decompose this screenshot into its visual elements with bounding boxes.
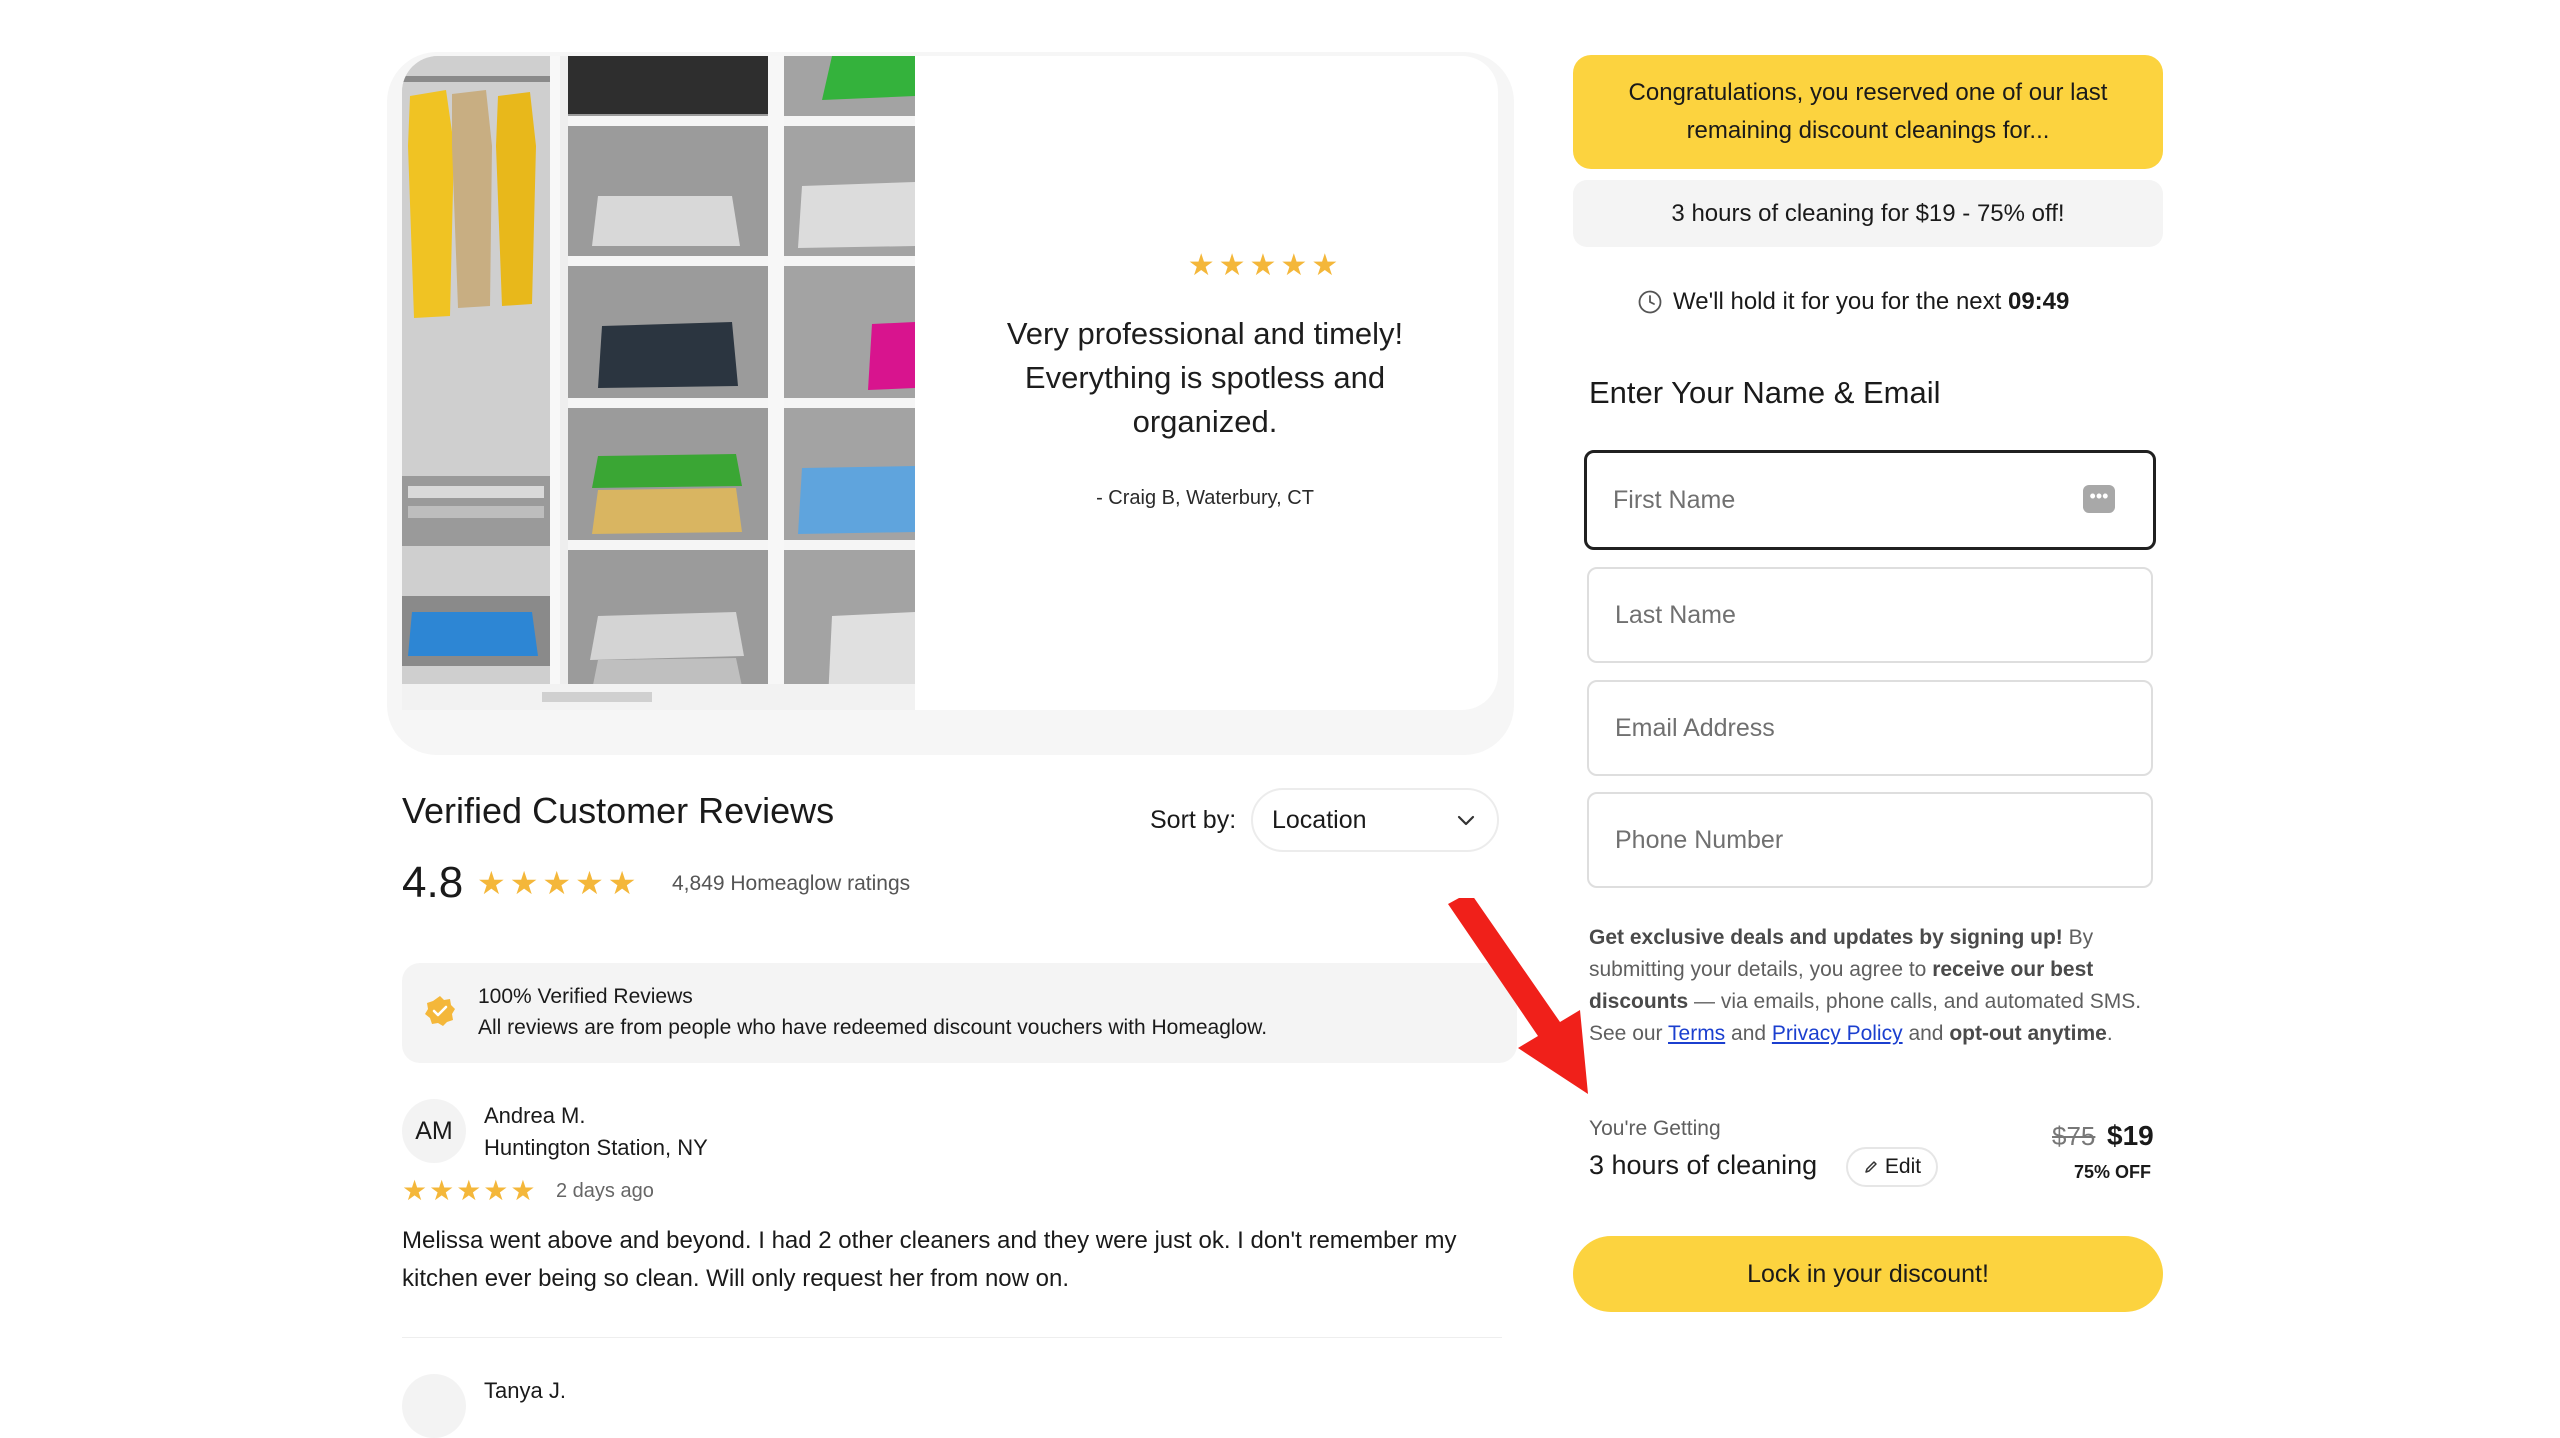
chevron-down-icon[interactable] xyxy=(1456,810,1476,830)
consent-bold: opt-out anytime xyxy=(1949,1022,2107,1045)
avatar: AM xyxy=(402,1099,466,1163)
verified-title: 100% Verified Reviews xyxy=(478,985,693,1008)
review-stars: ★★★★★ xyxy=(402,1175,538,1206)
review-text: Melissa went above and beyond. I had 2 o… xyxy=(402,1227,1457,1292)
getting-label: You're Getting xyxy=(1589,1117,1721,1140)
avatar xyxy=(402,1374,466,1438)
first-name-field[interactable] xyxy=(1584,450,2156,550)
verified-banner xyxy=(402,963,1517,1063)
new-price: $19 xyxy=(2107,1120,2154,1151)
terms-link[interactable]: Terms xyxy=(1668,1022,1725,1045)
review-divider xyxy=(402,1337,1502,1338)
testimonial-author: - Craig B, Waterbury, CT xyxy=(1096,487,1314,509)
email-input[interactable] xyxy=(1589,682,2069,774)
email-field[interactable] xyxy=(1587,680,2153,776)
verified-badge-icon xyxy=(425,996,455,1026)
reviewer-name: Tanya J. xyxy=(484,1378,566,1403)
rating-count: 4,849 Homeaglow ratings xyxy=(672,872,911,895)
consent-lead: Get exclusive deals and updates by signi… xyxy=(1589,926,2063,949)
reviewer-location: Huntington Station, NY xyxy=(484,1135,708,1160)
consent-part: and xyxy=(1902,1022,1950,1045)
last-name-field[interactable] xyxy=(1587,567,2153,663)
verified-text: All reviews are from people who have red… xyxy=(478,1016,1268,1039)
offer-banner: 3 hours of cleaning for $19 - 75% off! xyxy=(1573,180,2163,247)
getting-value: 3 hours of cleaning xyxy=(1589,1150,1818,1180)
hold-timer-value: 09:49 xyxy=(2007,288,2070,315)
old-price: $75 xyxy=(2052,1121,2096,1151)
consent-part: . xyxy=(2106,1022,2113,1045)
annotation-arrow-icon xyxy=(1448,898,1588,1094)
sort-value[interactable]: Location xyxy=(1272,806,1367,835)
lock-discount-button[interactable]: Lock in your discount! xyxy=(1573,1236,2163,1312)
testimonial-quote: Very professional and timely! Everything… xyxy=(1006,316,1404,439)
phone-input[interactable] xyxy=(1589,794,2069,886)
phone-field[interactable] xyxy=(1587,792,2153,888)
hold-timer: We'll hold it for you for the next 09:49 xyxy=(1673,288,2069,316)
reviews-title: Verified Customer Reviews xyxy=(402,790,835,831)
edit-button[interactable]: Edit xyxy=(1846,1147,1938,1187)
last-name-input[interactable] xyxy=(1589,569,2069,661)
privacy-policy-link[interactable]: Privacy Policy xyxy=(1772,1022,1903,1045)
hold-timer-label: We'll hold it for you for the next xyxy=(1673,288,2002,315)
discount-label: 75% OFF xyxy=(2074,1162,2152,1182)
clock-icon xyxy=(1638,290,1662,314)
testimonial-stars: ★★★★★ xyxy=(1187,249,1343,282)
form-title: Enter Your Name & Email xyxy=(1589,375,1941,410)
edit-label: Edit xyxy=(1884,1155,1922,1178)
consent-text: Get exclusive deals and updates by signi… xyxy=(1589,922,2149,1050)
rating-value: 4.8 xyxy=(402,858,464,907)
review-date: 2 days ago xyxy=(556,1180,654,1202)
sort-label: Sort by: xyxy=(1150,806,1237,834)
pencil-icon xyxy=(1865,1161,1877,1173)
closet-image xyxy=(402,56,915,710)
congrats-banner: Congratulations, you reserved one of our… xyxy=(1573,55,2163,169)
consent-part: and xyxy=(1725,1022,1772,1045)
rating-stars: ★★★★★ xyxy=(477,865,641,901)
first-name-input[interactable] xyxy=(1587,453,2067,547)
autofill-icon[interactable]: ••• xyxy=(2083,485,2115,513)
reviewer-name: Andrea M. xyxy=(484,1103,586,1128)
